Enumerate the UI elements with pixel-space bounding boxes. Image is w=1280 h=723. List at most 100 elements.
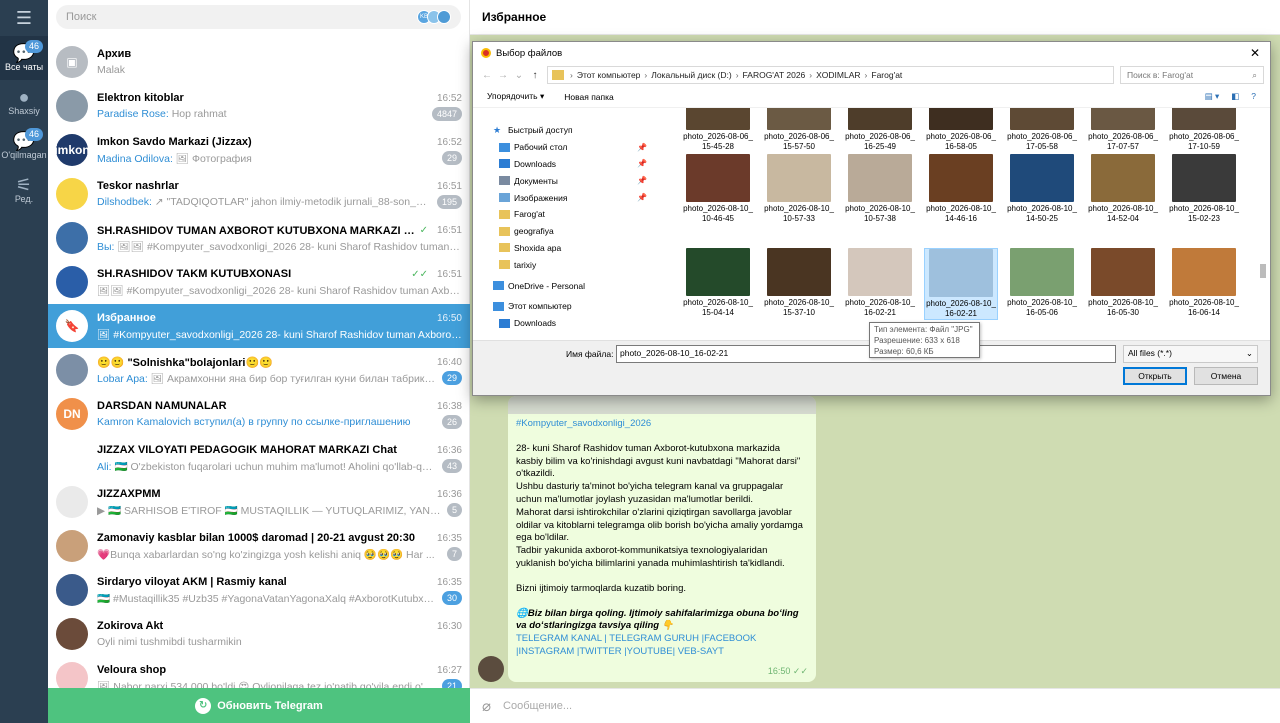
- unread-badge: 7: [446, 547, 462, 561]
- file-item[interactable]: photo_2026-08-10_15-37-10: [762, 248, 836, 318]
- organize-button[interactable]: Упорядочить ▾: [487, 91, 544, 102]
- stories-avatars[interactable]: KB: [417, 10, 451, 24]
- chat-item[interactable]: ▣ Архив Malak: [48, 40, 470, 84]
- chat-item[interactable]: Sirdaryo viloyat AKM | Rasmiy kanal 16:35…: [48, 568, 470, 612]
- chat-avatar: [56, 574, 88, 606]
- chat-item[interactable]: Teskor nashrlar 16:51 Dilshodbek: ↗ "TADQI…: [48, 172, 470, 216]
- tree-item[interactable]: Документы 📌: [485, 172, 665, 189]
- breadcrumb-item[interactable]: FAROG'AT 2026: [743, 70, 806, 80]
- filename-label: Имя файла:: [566, 349, 614, 359]
- paperclip-icon[interactable]: ⌀: [482, 697, 491, 715]
- close-icon[interactable]: ✕: [1240, 46, 1270, 60]
- composer[interactable]: ⌀ Сообщение...: [470, 688, 1280, 723]
- breadcrumb-item[interactable]: Локальный диск (D:): [651, 70, 731, 80]
- path-breadcrumb[interactable]: › Этот компьютер › Локальный диск (D:) › FARO…: [547, 66, 1114, 84]
- pin-icon: 📌: [637, 193, 647, 203]
- tree-item[interactable]: Этот компьютер: [485, 298, 665, 315]
- tree-item[interactable]: Downloads: [485, 315, 665, 332]
- up-icon[interactable]: ↑: [527, 70, 543, 81]
- file-thumbnail: [686, 154, 750, 202]
- folder-search-input[interactable]: Поиск в: Farog'at ⌕: [1120, 66, 1264, 84]
- file-item[interactable]: photo_2026-08-10_10-46-45: [681, 154, 755, 224]
- tree-item[interactable]: OneDrive - Personal: [485, 277, 665, 294]
- update-telegram-button[interactable]: ↻ Обновить Telegram: [48, 688, 470, 723]
- rail-item[interactable]: ⚟ Ред.: [0, 168, 48, 212]
- filename-input[interactable]: photo_2026-08-10_16-02-21: [616, 345, 1116, 363]
- chat-time: 16:35: [436, 576, 462, 588]
- file-scrollbar[interactable]: [1258, 108, 1268, 342]
- file-thumbnail: [767, 248, 831, 296]
- file-item[interactable]: photo_2026-08-10_16-06-14: [1167, 248, 1241, 318]
- scroll-thumb[interactable]: [1260, 264, 1266, 278]
- tree-item[interactable]: tarixiy: [485, 256, 665, 273]
- open-button[interactable]: Открыть: [1123, 367, 1187, 385]
- chat-item[interactable]: Elektron kitoblar 16:52 Paradise Rose: Hop…: [48, 84, 470, 128]
- rail-item[interactable]: 💬 Все чаты 46: [0, 36, 48, 80]
- file-item[interactable]: photo_2026-08-10_15-04-14: [681, 248, 755, 318]
- file-item[interactable]: photo_2026-08-10_10-57-33: [762, 154, 836, 224]
- menu-icon[interactable]: ☰: [0, 0, 48, 36]
- help-icon[interactable]: ?: [1251, 91, 1256, 102]
- message-hashtag[interactable]: #Kompyuter_savodxonligi_2026: [516, 418, 808, 431]
- breadcrumb-item[interactable]: XODIMLAR: [816, 70, 860, 80]
- file-item[interactable]: photo_2026-08-10_14-46-16: [924, 154, 998, 224]
- file-item[interactable]: photo_2026-08-10_16-02-21: [924, 248, 998, 320]
- preview-pane-icon[interactable]: ◧: [1231, 91, 1239, 102]
- message-links[interactable]: TELEGRAM KANAL | TELEGRAM GURUH |FACEBOO…: [516, 633, 808, 659]
- breadcrumb-separator-icon: ›: [735, 70, 739, 80]
- chat-item[interactable]: SH.RASHIDOV TAKM KUTUBXONASI ✓✓ 16:51 🖼🖼 #K…: [48, 260, 470, 304]
- back-icon[interactable]: ←: [479, 70, 495, 81]
- view-mode-icon[interactable]: ▤ ▾: [1205, 91, 1220, 102]
- tree-item[interactable]: geografiya: [485, 223, 665, 240]
- new-folder-button[interactable]: Новая папка: [564, 92, 614, 102]
- chat-item[interactable]: Veloura shop 16:27 🖼 Nabor narxi 534.000 b…: [48, 656, 470, 688]
- file-item[interactable]: photo_2026-08-06_16-58-05: [924, 108, 998, 152]
- file-item[interactable]: photo_2026-08-10_10-57-38: [843, 154, 917, 224]
- file-item[interactable]: photo_2026-08-06_17-07-57: [1086, 108, 1160, 152]
- chat-item[interactable]: DN DARSDAN NAMUNALAR 16:38 Kamron Kamalovic…: [48, 392, 470, 436]
- tree-item[interactable]: ★ Быстрый доступ: [485, 122, 665, 139]
- cancel-button[interactable]: Отмена: [1194, 367, 1258, 385]
- chat-item[interactable]: Zokirova Akt 16:30 Oyli nimi tushmibdi tus…: [48, 612, 470, 656]
- tree-item[interactable]: Downloads 📌: [485, 156, 665, 173]
- chat-item[interactable]: SH.RASHIDOV TUMAN AXBOROT KUTUBXONA MARK…: [48, 216, 470, 260]
- chat-item[interactable]: 🔖 Избранное 16:50 🖼 #Kompyuter_savodxonligi…: [48, 304, 470, 348]
- chat-item[interactable]: 🙂🙂 "Solnishka"bolajonlari🙂🙂 16:40 Lobar Ap…: [48, 348, 470, 392]
- tree-item[interactable]: Shoxida apa: [485, 240, 665, 257]
- file-item[interactable]: photo_2026-08-10_16-05-06: [1005, 248, 1079, 318]
- forward-icon[interactable]: →: [495, 70, 511, 81]
- file-item[interactable]: photo_2026-08-10_15-02-23: [1167, 154, 1241, 224]
- chat-time: 16:30: [436, 620, 462, 632]
- file-thumbnail: [1010, 154, 1074, 202]
- sender-avatar[interactable]: [478, 656, 504, 682]
- recent-icon[interactable]: ⌄: [511, 70, 527, 81]
- chat-item[interactable]: JIZZAXPMM 16:36 ▶ 🇺🇿 SARHISOB E'TIROF 🇺🇿 M…: [48, 480, 470, 524]
- file-item[interactable]: photo_2026-08-06_16-25-49: [843, 108, 917, 152]
- breadcrumb-item[interactable]: Этот компьютер: [577, 70, 641, 80]
- chat-row-top: Архив: [97, 46, 462, 62]
- chat-body: 🙂🙂 "Solnishka"bolajonlari🙂🙂 16:40 Lobar Ap…: [97, 354, 470, 386]
- tree-item[interactable]: Рабочий стол 📌: [485, 139, 665, 156]
- file-item[interactable]: photo_2026-08-06_17-10-59: [1167, 108, 1241, 152]
- chat-item[interactable]: Zamonaviy kasblar bilan 1000$ daromad | …: [48, 524, 470, 568]
- file-item[interactable]: photo_2026-08-06_15-57-50: [762, 108, 836, 152]
- file-item[interactable]: photo_2026-08-10_14-52-04: [1086, 154, 1160, 224]
- file-item[interactable]: photo_2026-08-10_14-50-25: [1005, 154, 1079, 224]
- rail-item[interactable]: ● Shaxsiy: [0, 80, 48, 124]
- filetype-select[interactable]: All files (*.*) ⌄: [1123, 345, 1258, 363]
- breadcrumb-item[interactable]: Farog'at: [871, 70, 902, 80]
- search-input[interactable]: Поиск KB: [56, 5, 461, 29]
- rail-item[interactable]: 💬 O'qilmagan 46: [0, 124, 48, 168]
- file-item[interactable]: photo_2026-08-06_17-05-58: [1005, 108, 1079, 152]
- chat-item[interactable]: JIZZAX VILOYATI PEDAGOGIK MAHORAT MARKAZ…: [48, 436, 470, 480]
- chat-preview-text: 🇺🇿 #Mustaqillik35 #Uzb35 #YagonaVatanYag…: [97, 592, 436, 605]
- message-bubble[interactable]: #Kompyuter_savodxonligi_2026 28- kuni Sh…: [508, 396, 816, 682]
- tree-item[interactable]: Farog'at: [485, 206, 665, 223]
- file-item[interactable]: photo_2026-08-10_16-05-30: [1086, 248, 1160, 318]
- tree-item[interactable]: Изображения 📌: [485, 189, 665, 206]
- chat-list: ▣ Архив Malak Elektron kitoblar 16:52 Paradis…: [48, 40, 470, 688]
- chat-item[interactable]: imkon Imkon Savdo Markazi (Jizzax) 16:52 Ma…: [48, 128, 470, 172]
- file-item[interactable]: photo_2026-08-06_15-45-28: [681, 108, 755, 152]
- file-item[interactable]: photo_2026-08-10_16-02-21: [843, 248, 917, 318]
- message-photo-strip[interactable]: [508, 396, 816, 414]
